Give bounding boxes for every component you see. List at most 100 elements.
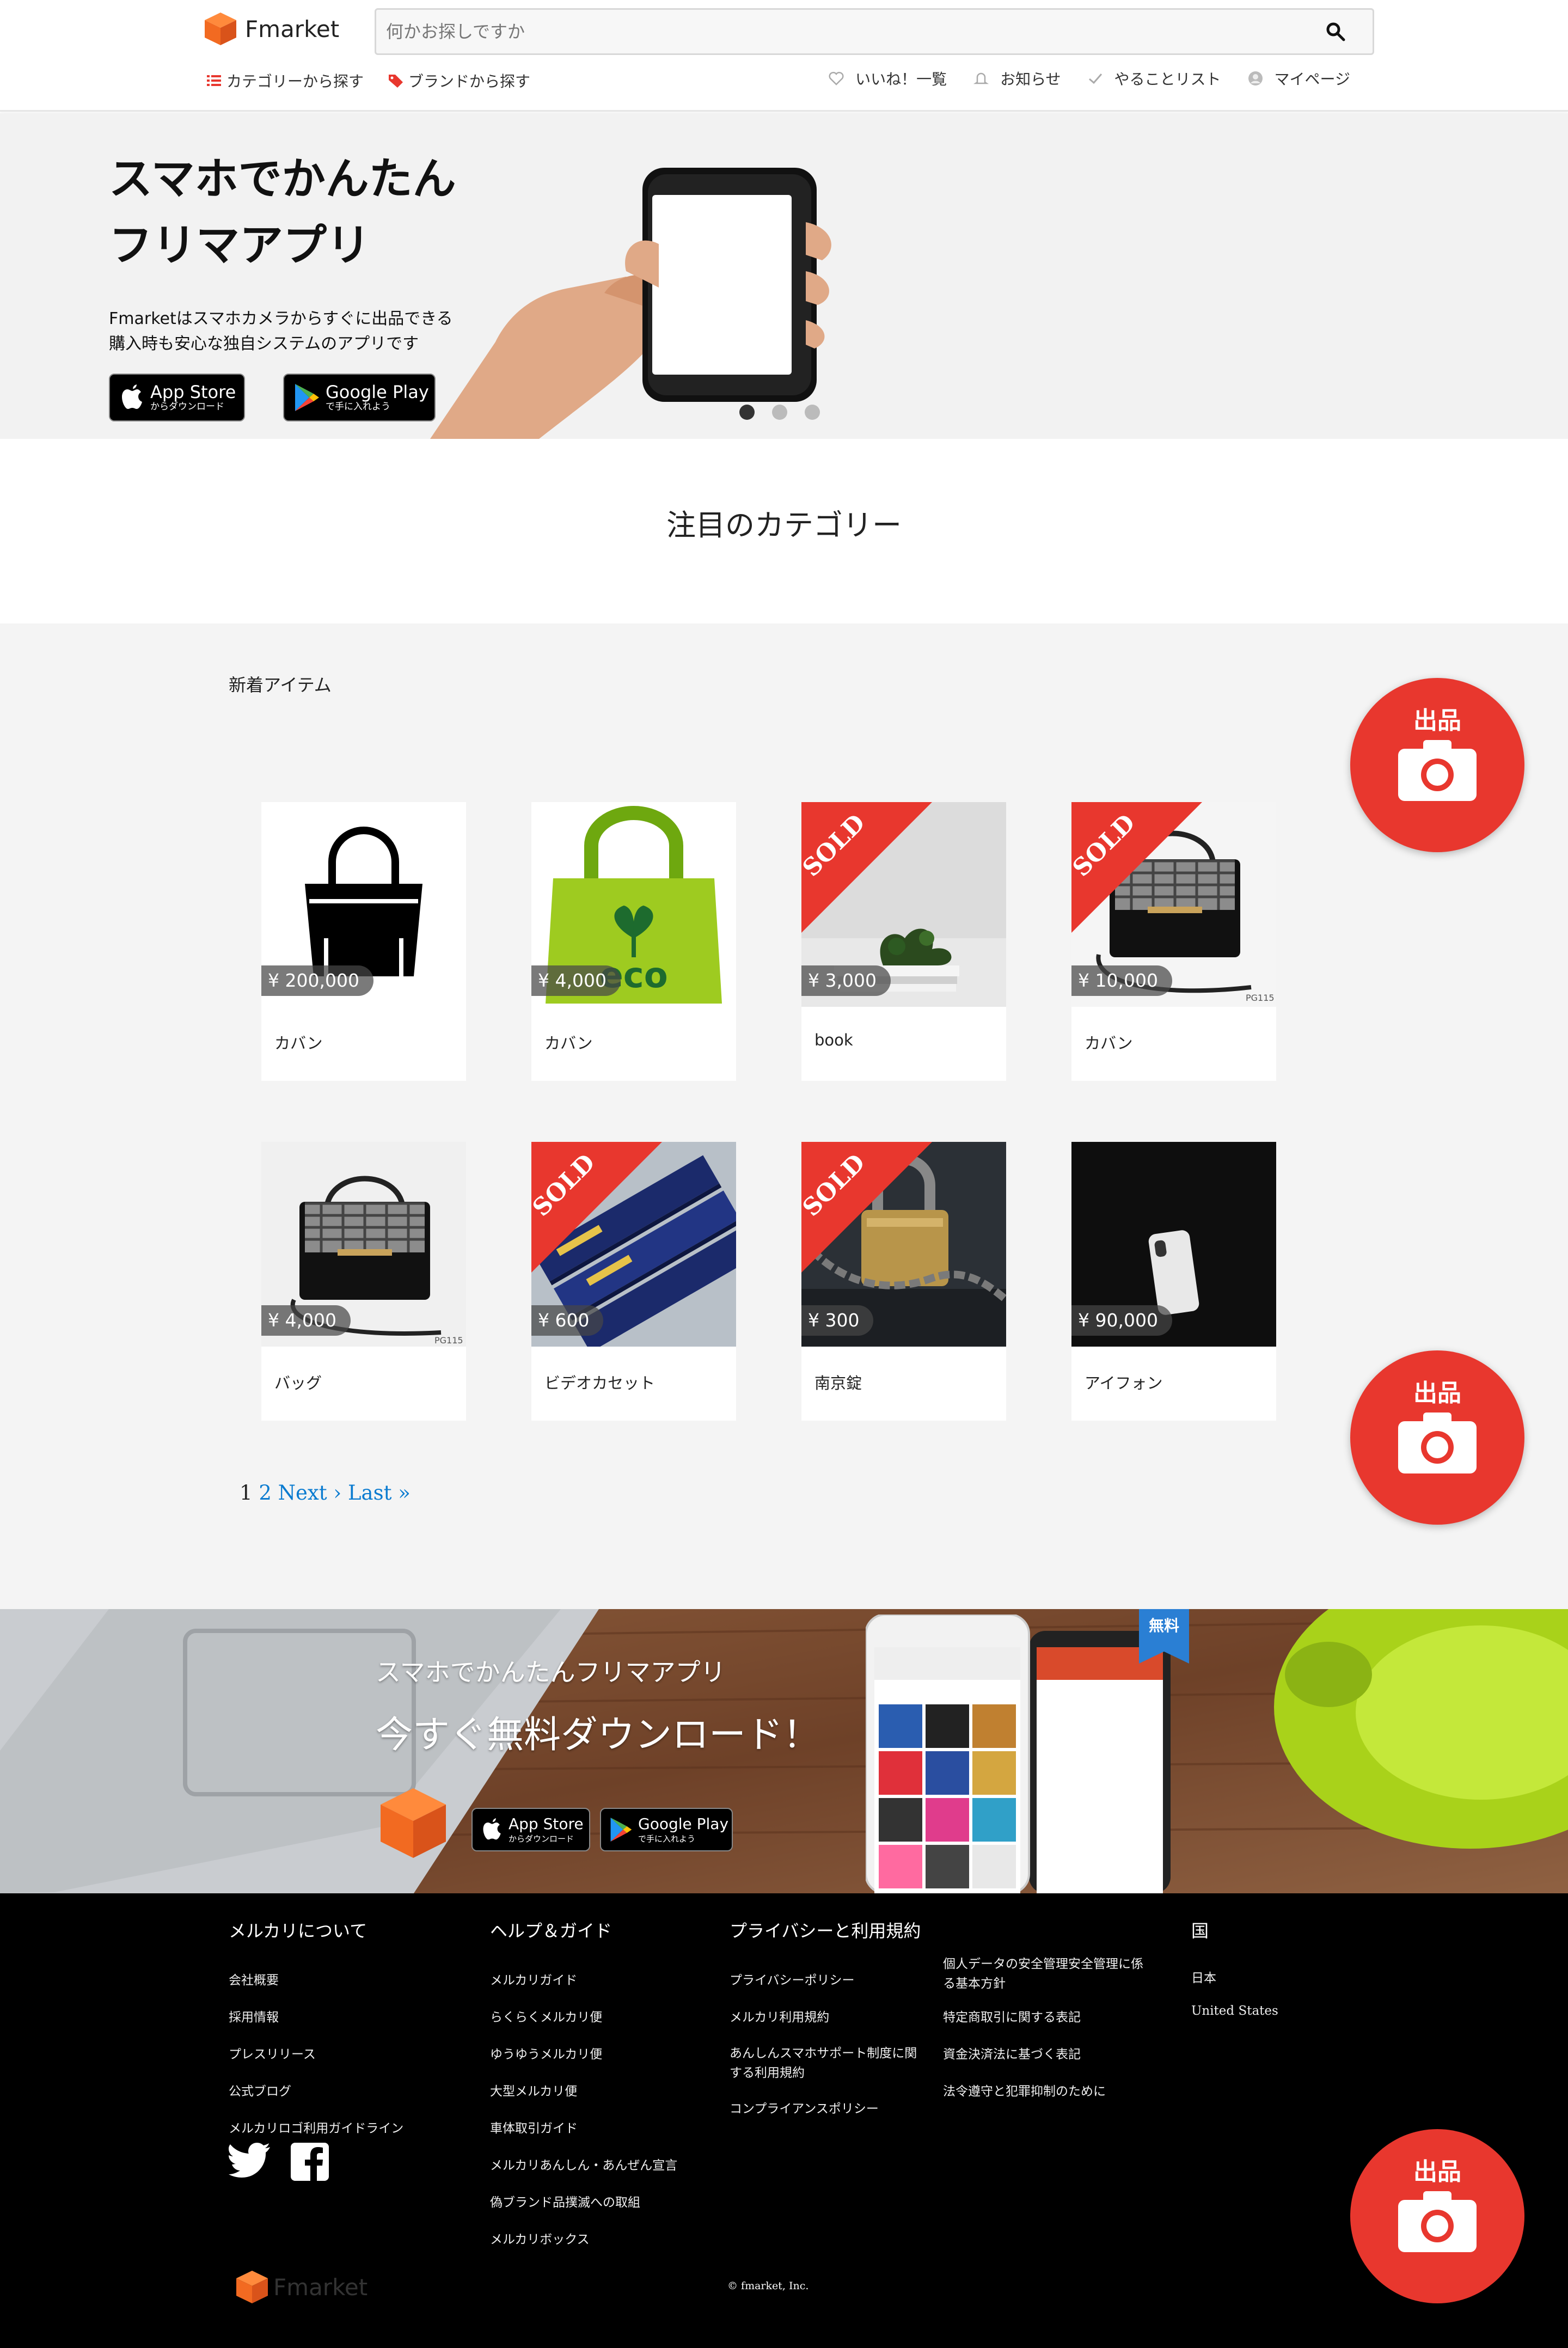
sold-ribbon: SOLD <box>801 802 932 933</box>
item-card[interactable]: SOLD ¥ 3,000 book <box>801 802 1006 1081</box>
bell-icon <box>973 72 989 84</box>
page-last-link[interactable]: Last » <box>348 1481 411 1505</box>
hero-googleplay-button[interactable]: Google Play で手に入れよう <box>283 374 436 421</box>
footer-link[interactable]: メルカリガイド <box>490 1962 677 1999</box>
item-card[interactable]: SOLD ¥ 300 南京錠 <box>801 1142 1006 1421</box>
nav-brand-search[interactable]: ブランドから探す <box>388 70 530 91</box>
hero-appstore-button[interactable]: App Store からダウンロード <box>109 374 245 421</box>
site-logo[interactable]: Fmarket <box>203 10 339 48</box>
footer-link[interactable]: 個人データの安全管理安全管理に係る基本方針 <box>943 1954 1150 1994</box>
footer-link[interactable]: らくらくメルカリ便 <box>490 1999 677 2036</box>
item-card[interactable]: PG115 SOLD ¥ 10,000 カバン <box>1071 802 1276 1081</box>
item-name: カバン <box>274 1034 323 1053</box>
phone-screenshots-image <box>866 1615 1171 1893</box>
nav-todo[interactable]: やることリスト <box>1087 68 1221 89</box>
item-name: book <box>814 1031 853 1049</box>
footer-link[interactable]: 公式ブログ <box>229 2073 403 2110</box>
carousel-dot-2[interactable] <box>772 405 787 420</box>
nav-brand-label: ブランドから探す <box>408 72 531 90</box>
tag-icon <box>389 75 403 88</box>
sold-ribbon: SOLD <box>1071 802 1202 933</box>
footer-link[interactable]: 偽ブランド品撲滅への取組 <box>490 2184 677 2221</box>
nav-likes-label: いいね！一覧 <box>855 70 947 88</box>
footer-col-privacy: プライバシーと利用規約 プライバシーポリシー メルカリ利用規約 あんしんスマホサ… <box>730 1917 926 2127</box>
footer-col-country: 国 日本 United States <box>1191 1917 1278 2027</box>
footer-logo-text: Fmarket <box>273 2273 368 2301</box>
download-title: 今すぐ無料ダウンロード！ <box>376 1714 820 1757</box>
footer-logo[interactable]: Fmarket <box>234 2269 367 2305</box>
footer-link[interactable]: 日本 <box>1191 1962 1278 1995</box>
footer-col-about: メルカリについて 会社概要 採用情報 プレスリリース 公式ブログ メルカリロゴ利… <box>229 1917 403 2147</box>
item-card[interactable]: PG115 ¥ 4,000 バッグ <box>261 1142 466 1421</box>
footer-link[interactable]: プライバシーポリシー <box>730 1962 926 1999</box>
nav-right: いいね！一覧 お知らせ やることリスト マイページ <box>828 68 1350 89</box>
site-header: Fmarket カテゴリーから探す ブランドから探す いいね！一覧 <box>0 0 1568 112</box>
pagination: 1 2 Next › Last » <box>240 1481 411 1505</box>
footer-link[interactable]: メルカリ利用規約 <box>730 1999 926 2036</box>
sell-button[interactable]: 出品 <box>1350 1350 1524 1525</box>
item-card[interactable]: ¥ 90,000 アイフォン <box>1071 1142 1276 1421</box>
heart-icon <box>829 71 844 85</box>
footer-link[interactable]: メルカリボックス <box>490 2221 677 2258</box>
footer-col-legal: 個人データの安全管理安全管理に係る基本方針 特定商取引に関する表記 資金決済法に… <box>943 1954 1150 2110</box>
footer-link[interactable]: プレスリリース <box>229 2036 403 2073</box>
free-badge: 無料 <box>1139 1609 1189 1664</box>
carousel-dot-1[interactable] <box>739 405 755 420</box>
sold-ribbon: SOLD <box>531 1142 662 1273</box>
nav-likes[interactable]: いいね！一覧 <box>828 68 947 89</box>
nav-category-search[interactable]: カテゴリーから探す <box>206 70 364 91</box>
facebook-icon[interactable] <box>291 2143 329 2181</box>
banner-appstore-small: からダウンロード <box>509 1834 574 1844</box>
google-play-icon <box>610 1818 632 1842</box>
footer-link[interactable]: 採用情報 <box>229 1999 403 2036</box>
footer-link[interactable]: 法令遵守と犯罪抑制のために <box>943 2073 1150 2110</box>
footer-logo-cube-icon <box>236 2271 268 2303</box>
page-2-link[interactable]: 2 <box>259 1481 272 1505</box>
apple-icon <box>483 1818 501 1840</box>
banner-googleplay-button[interactable]: Google Play で手に入れよう <box>600 1808 733 1851</box>
item-name: バッグ <box>274 1374 322 1392</box>
sold-ribbon: SOLD <box>801 1142 932 1273</box>
carousel-dot-3[interactable] <box>805 405 820 420</box>
svg-text:PG115: PG115 <box>434 1335 463 1346</box>
item-card[interactable]: eco ¥ 4,000 カバン <box>531 802 736 1081</box>
footer-link[interactable]: 会社概要 <box>229 1962 403 1999</box>
item-card[interactable]: SOLD ¥ 600 ビデオカセット <box>531 1142 736 1421</box>
sell-button-label: 出品 <box>1413 1379 1461 1407</box>
footer-link[interactable]: United States <box>1191 1995 1278 2027</box>
item-price: ¥ 4,000 <box>531 965 621 996</box>
featured-categories-heading: 注目のカテゴリー <box>666 508 902 542</box>
twitter-icon[interactable] <box>229 2143 271 2178</box>
hero-googleplay-large: Google Play <box>326 382 429 402</box>
hand-holding-phone-image <box>430 168 831 439</box>
footer-link[interactable]: コンプライアンスポリシー <box>730 2090 926 2127</box>
hero-description: Fmarketはスマホカメラからすぐに出品できる 購入時も安心な独自システムのア… <box>109 307 453 357</box>
search-input[interactable] <box>386 10 1312 53</box>
footer-link[interactable]: メルカリロゴ利用ガイドライン <box>229 2110 403 2147</box>
item-name: カバン <box>544 1034 593 1053</box>
footer-link[interactable]: ゆうゆうメルカリ便 <box>490 2036 677 2073</box>
sell-button[interactable]: 出品 <box>1350 2129 1524 2303</box>
item-price: ¥ 90,000 <box>1071 1305 1172 1336</box>
footer-col-help: ヘルプ＆ガイド メルカリガイド らくらくメルカリ便 ゆうゆうメルカリ便 大型メル… <box>490 1917 677 2258</box>
sell-button[interactable]: 出品 <box>1350 678 1524 852</box>
nav-mypage[interactable]: マイページ <box>1247 68 1350 89</box>
footer-link[interactable]: 特定商取引に関する表記 <box>943 1999 1150 2036</box>
item-card[interactable]: ¥ 200,000 カバン <box>261 802 466 1081</box>
banner-googleplay-small: で手に入れよう <box>638 1834 696 1844</box>
google-play-icon <box>295 384 319 411</box>
footer-link[interactable]: 大型メルカリ便 <box>490 2073 677 2110</box>
footer-link[interactable]: あんしんスマホサポート制度に関する利用規約 <box>730 2044 926 2083</box>
free-badge-label: 無料 <box>1149 1617 1179 1635</box>
sell-button-label: 出品 <box>1413 707 1461 735</box>
banner-appstore-button[interactable]: App Store からダウンロード <box>471 1808 590 1851</box>
carousel-dots <box>739 405 820 420</box>
nav-notifications[interactable]: お知らせ <box>973 68 1061 89</box>
banner-logo-cube-icon <box>381 1788 446 1858</box>
search-icon[interactable] <box>1326 22 1345 41</box>
hero-desc-line1: Fmarketはスマホカメラからすぐに出品できる <box>109 309 453 328</box>
footer-link[interactable]: 資金決済法に基づく表記 <box>943 2036 1150 2073</box>
footer-link[interactable]: メルカリあんしん・あんぜん宣言 <box>490 2147 677 2184</box>
footer-link[interactable]: 車体取引ガイド <box>490 2110 677 2147</box>
page-next-link[interactable]: Next › <box>278 1481 342 1505</box>
